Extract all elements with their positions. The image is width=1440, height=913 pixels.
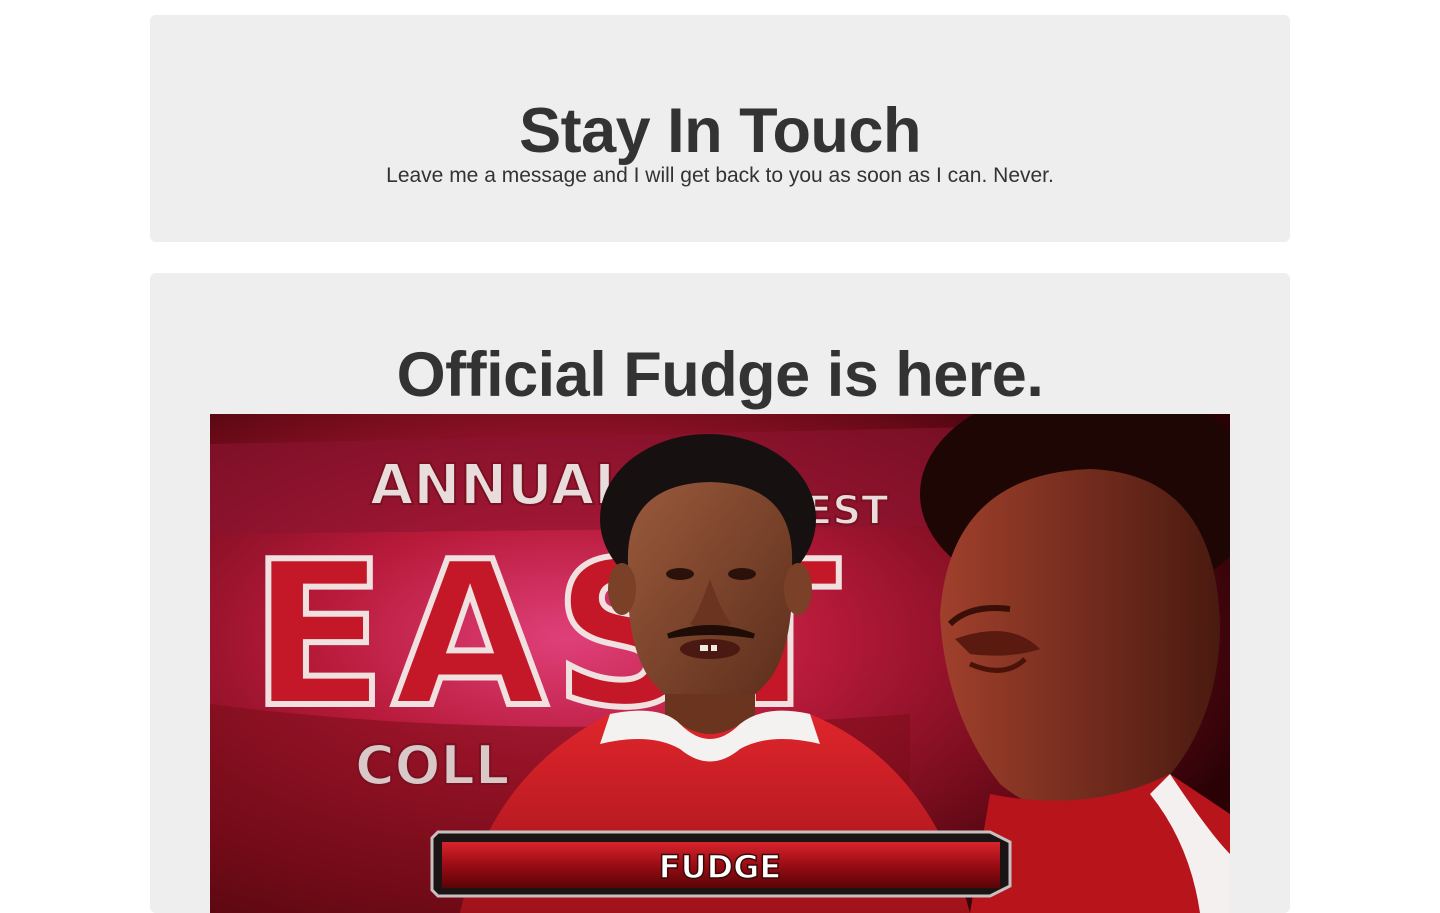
contact-jumbotron: Stay In Touch Leave me a message and I w… [150,15,1290,242]
lower-third-banner: FUDGE [430,830,1012,898]
fudge-video-still[interactable]: ANNUAL EST EAST COLL FUDGE [210,414,1230,913]
contact-heading: Stay In Touch [519,96,921,166]
feature-jumbotron: Official Fudge is here. ANNUAL EST EAST … [150,273,1290,913]
contact-subtitle: Leave me a message and I will get back t… [386,164,1054,187]
backdrop-text-annual: ANNUAL [370,453,630,518]
feature-heading: Official Fudge is here. [396,340,1044,410]
backdrop-text-coll: COLL [355,734,509,797]
video-still-artwork: ANNUAL EST EAST COLL FUDGE [210,414,1230,913]
lower-third-name: FUDGE [659,848,782,886]
